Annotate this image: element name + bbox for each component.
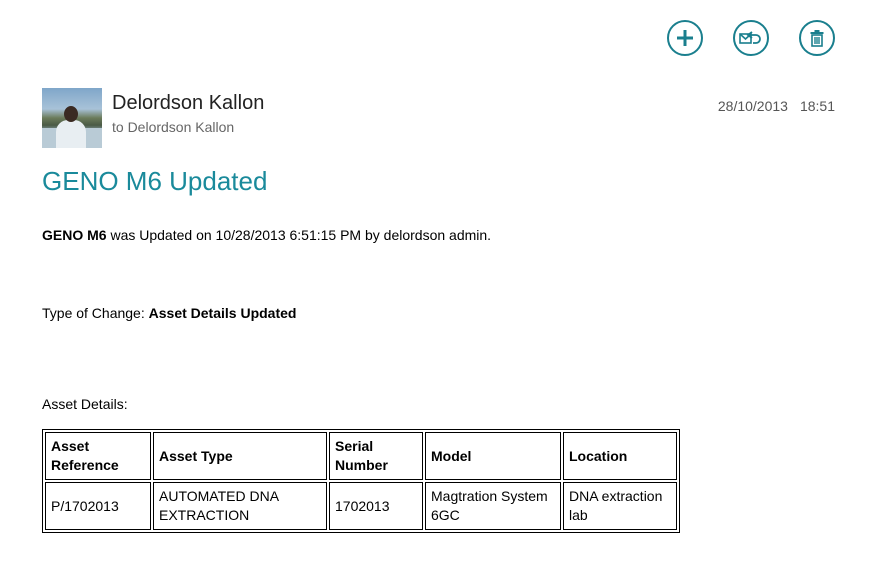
- received-datetime: 28/10/2013 18:51: [718, 98, 835, 114]
- table-header-row: Asset Reference Asset Type Serial Number…: [45, 432, 677, 480]
- avatar-photo-body: [56, 120, 86, 148]
- plus-icon: [677, 30, 693, 46]
- table-cell: 1702013: [329, 482, 423, 530]
- column-header: Model: [425, 432, 561, 480]
- table-cell: DNA extraction lab: [563, 482, 677, 530]
- column-header: Asset Type: [153, 432, 327, 480]
- column-header: Location: [563, 432, 677, 480]
- delete-button[interactable]: [799, 20, 835, 56]
- table-cell: P/1702013: [45, 482, 151, 530]
- received-date: 28/10/2013: [717, 98, 788, 114]
- column-header: Serial Number: [329, 432, 423, 480]
- update-summary-text: was Updated on 10/28/2013 6:51:15 PM by …: [106, 227, 492, 243]
- asset-details-label: Asset Details:: [42, 396, 128, 412]
- new-button[interactable]: [667, 20, 703, 56]
- asset-name: GENO M6: [42, 227, 107, 243]
- sender-name[interactable]: Delordson Kallon: [112, 92, 264, 115]
- change-type-label: Type of Change:: [42, 305, 149, 321]
- avatar-photo-head: [64, 106, 78, 122]
- sender-avatar[interactable]: [42, 88, 102, 148]
- reply-icon: [739, 31, 761, 44]
- received-time: 18:51: [799, 98, 835, 114]
- respond-button[interactable]: [733, 20, 769, 56]
- email-subject: GENO M6 Updated: [42, 166, 268, 196]
- trash-icon: [810, 30, 824, 47]
- email-reading-pane: Delordson Kallon to Delordson Kallon 28/…: [0, 0, 882, 576]
- table-row: P/1702013 AUTOMATED DNA EXTRACTION 17020…: [45, 482, 677, 530]
- asset-details-table: Asset Reference Asset Type Serial Number…: [42, 429, 680, 533]
- recipient-line: to Delordson Kallon: [112, 119, 235, 135]
- table-cell: AUTOMATED DNA EXTRACTION: [153, 482, 327, 530]
- column-header: Asset Reference: [45, 432, 151, 480]
- toolbar: [667, 20, 835, 56]
- update-summary: GENO M6 was Updated on 10/28/2013 6:51:1…: [42, 227, 491, 243]
- change-type: Type of Change: Asset Details Updated: [42, 305, 296, 321]
- change-type-value: Asset Details Updated: [148, 305, 297, 321]
- table-cell: Magtration System 6GC: [425, 482, 561, 530]
